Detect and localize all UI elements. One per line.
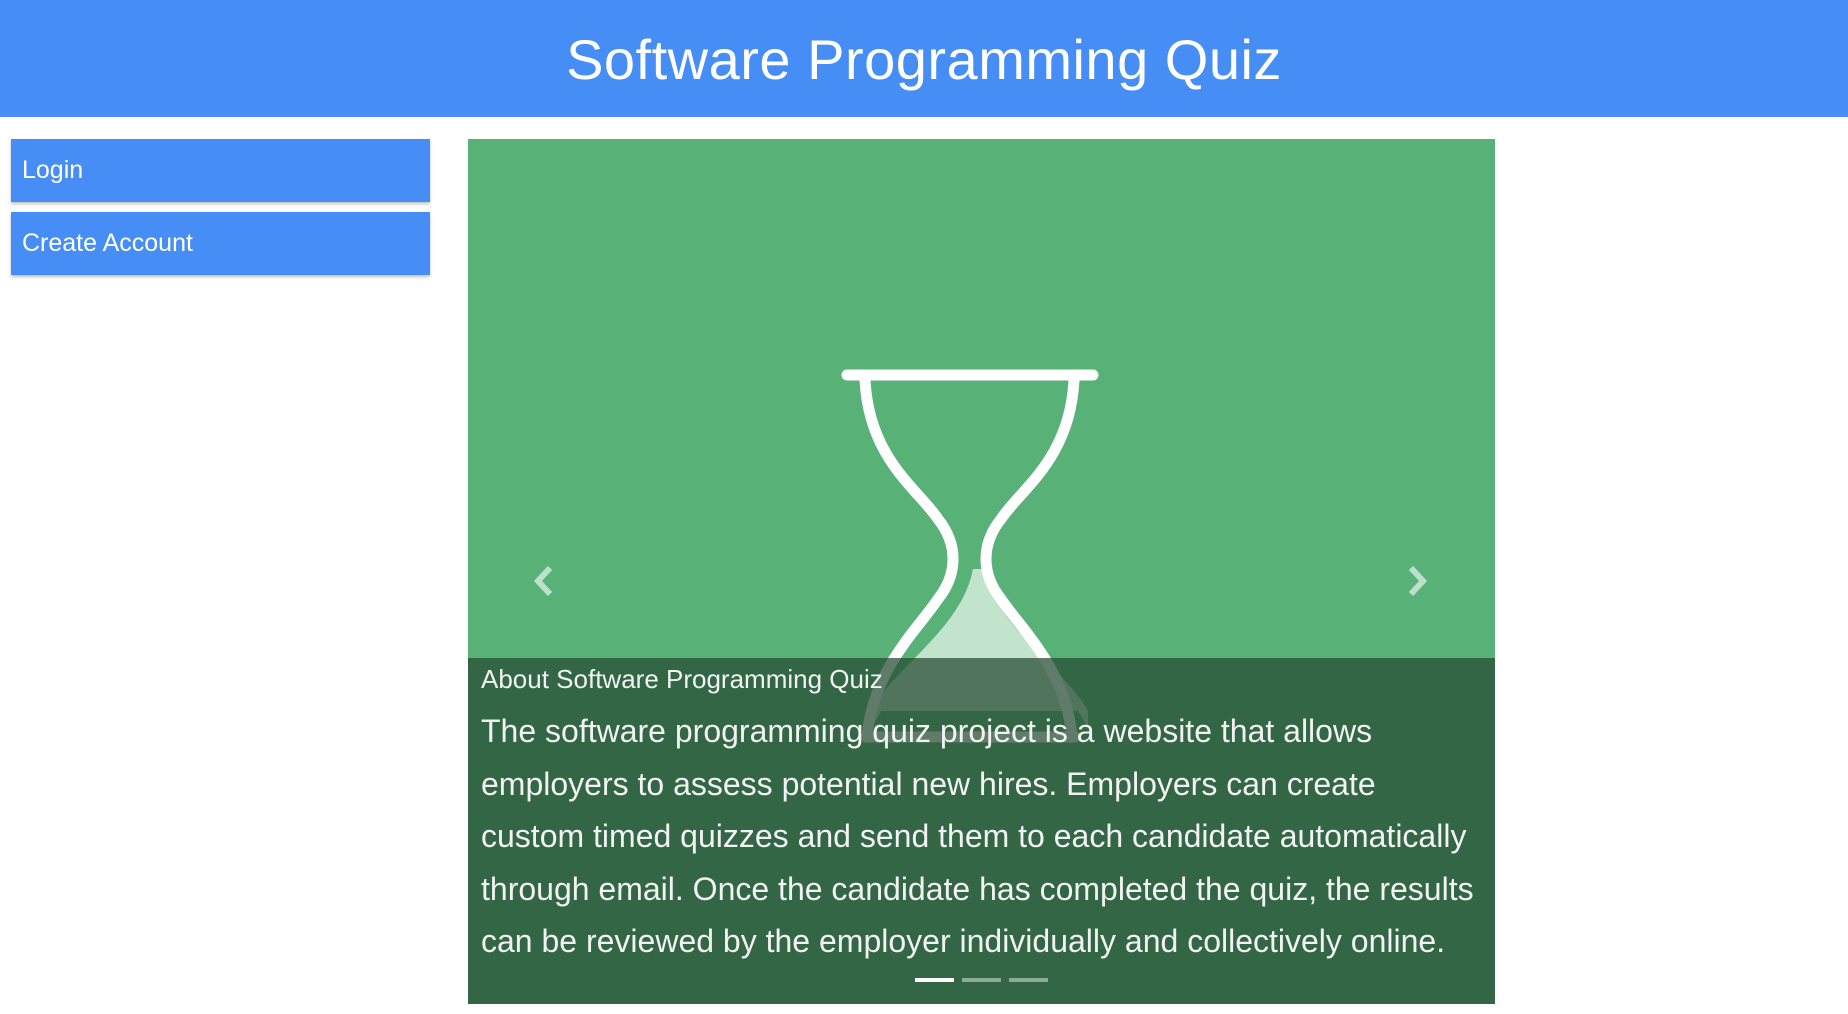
sidebar: Login Create Account — [11, 139, 430, 285]
caption-title: About Software Programming Quiz — [481, 664, 883, 694]
login-button[interactable]: Login — [11, 139, 430, 202]
carousel-indicator-3[interactable] — [1009, 978, 1048, 982]
carousel-indicators — [915, 978, 1048, 982]
carousel-next-button[interactable] — [1387, 551, 1447, 611]
caption-text: The software programming quiz project is… — [481, 713, 1474, 959]
carousel: About Software Programming Quiz The soft… — [468, 139, 1495, 1004]
create-account-button[interactable]: Create Account — [11, 212, 430, 275]
carousel-caption: About Software Programming Quiz The soft… — [468, 658, 1495, 1004]
carousel-prev-button[interactable] — [514, 551, 574, 611]
carousel-indicator-2[interactable] — [962, 978, 1001, 982]
carousel-indicator-1[interactable] — [915, 978, 954, 982]
page-header: Software Programming Quiz — [0, 0, 1848, 117]
chevron-left-icon — [533, 565, 553, 597]
page-title: Software Programming Quiz — [566, 28, 1282, 91]
chevron-right-icon — [1408, 565, 1428, 597]
